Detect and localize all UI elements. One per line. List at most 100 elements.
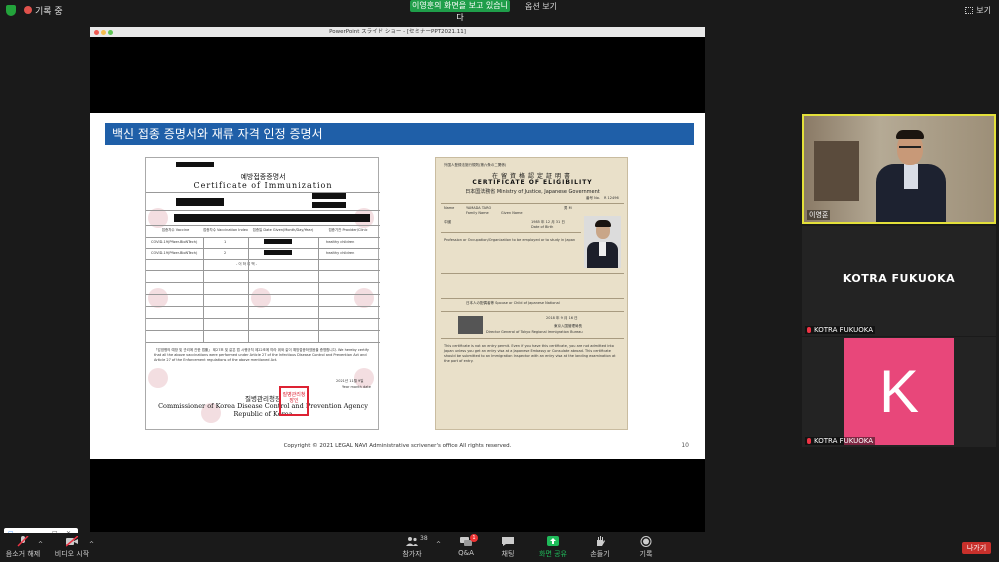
table-line [146, 210, 380, 211]
participant-name-label: KOTRA FUKUOKA [805, 437, 876, 445]
start-video-button[interactable]: 비디오 시작 [52, 536, 92, 559]
cert-date: 2021년 11월 9일 [336, 379, 364, 383]
view-button[interactable]: 보기 [965, 5, 991, 16]
video-person-glasses [899, 146, 921, 150]
qa-button[interactable]: 1 Q&A [446, 534, 486, 557]
leave-meeting-button[interactable]: 나가기 [962, 542, 991, 554]
participant-tile-name-only[interactable]: KOTRA FUKUOKA KOTRA FUKUOKA [802, 226, 996, 336]
coe-number-label: 番号 No. [586, 196, 600, 200]
table-line [146, 282, 380, 283]
table-header: 접종차수 Vaccination Index [203, 228, 248, 232]
share-screen-icon [547, 536, 559, 546]
participant-name: KOTRA FUKUOKA [814, 326, 874, 334]
raise-hand-button[interactable]: 손들기 [580, 536, 620, 559]
redacted-block [312, 202, 346, 208]
maximize-window-icon[interactable] [108, 30, 113, 35]
coe-line [441, 311, 624, 312]
coe-family-name-label: Family Name [466, 211, 489, 215]
share-screen-label: 화면 공유 [539, 550, 567, 558]
watermark-emblem [148, 368, 168, 388]
participants-label: 참가자 [402, 550, 422, 558]
record-label: 기록 [639, 550, 653, 558]
table-line [146, 259, 380, 260]
video-off-icon [66, 536, 78, 547]
close-window-icon[interactable] [94, 30, 99, 35]
participants-options-caret[interactable]: ^ [436, 541, 441, 548]
coe-activity: Profession or Occupation/Organization to… [444, 238, 576, 242]
table-line [146, 342, 380, 343]
agency-english-line2: Republic of Korea [233, 410, 293, 418]
cert-title-english: Certificate of Immunization [193, 181, 333, 190]
participant-video-tile-active[interactable]: 이영훈 [802, 114, 996, 224]
photo-hair [595, 220, 611, 227]
video-person-hair [896, 130, 924, 139]
participants-icon [406, 537, 418, 546]
slide-page-number: 10 [681, 442, 689, 449]
redacted-block [174, 214, 370, 222]
participant-display-name: KOTRA FUKUOKA [842, 272, 956, 285]
microphone-muted-icon [807, 438, 811, 444]
coe-given-name-label: Given Name [501, 211, 523, 215]
coe-bureau: 東京入国管理局長 [554, 324, 582, 328]
record-button[interactable]: 기록 [626, 536, 666, 559]
participant-tile-avatar[interactable]: K KOTRA FUKUOKA [802, 337, 996, 447]
window-title: PowerPoint スライド ショー - [セミナーPPT2021.11] [329, 29, 466, 35]
table-line [146, 225, 380, 226]
table-cell: healthy children [326, 251, 355, 255]
table-line [146, 318, 380, 319]
participants-count: 38 [420, 535, 428, 542]
participant-name: KOTRA FUKUOKA [814, 437, 874, 445]
view-options-button[interactable]: 옵션 보기 [525, 1, 557, 12]
video-options-caret[interactable]: ^ [89, 541, 94, 548]
coe-line [441, 298, 624, 299]
video-shelf [814, 141, 859, 201]
table-header: 접종일 Date Given(Month/Day/Year) [252, 228, 314, 232]
table-cell: healthy children [326, 240, 355, 244]
redacted-block [176, 198, 224, 206]
coe-line [441, 338, 624, 339]
share-screen-button[interactable]: 화면 공유 [533, 536, 573, 559]
watermark-emblem [251, 288, 271, 308]
coe-director: Director General of Tokyo Regional Immig… [486, 330, 583, 334]
coe-title-english: CERTIFICATE OF ELIGIBILITY [472, 179, 593, 186]
microphone-muted-icon [807, 327, 811, 333]
start-video-label: 비디오 시작 [54, 550, 90, 558]
participant-name: 이영훈 [807, 210, 831, 220]
table-header: 접종기관 Provider/Clinic [328, 228, 368, 232]
photo-shirt [599, 242, 606, 256]
table-line [146, 248, 380, 249]
presentation-slide: 백신 접종 증명서와 재류 자격 인정 증명서 예방접종증명서 Certific… [90, 113, 705, 459]
coe-line [441, 203, 624, 204]
unmute-label: 음소거 해제 [5, 550, 41, 558]
table-line [146, 270, 380, 271]
applicant-photo [584, 216, 621, 268]
raise-hand-icon [597, 536, 605, 546]
table-line [203, 237, 204, 342]
unmute-button[interactable]: 음소거 해제 [3, 536, 43, 559]
shared-screen: PowerPoint スライド ショー - [セミナーPPT2021.11] 백… [90, 27, 705, 532]
chat-button[interactable]: 채팅 [488, 536, 528, 559]
view-button-label: 보기 [976, 6, 991, 15]
watermark-emblem [354, 288, 374, 308]
security-shield-icon[interactable] [6, 5, 16, 16]
minimize-window-icon[interactable] [101, 30, 106, 35]
coe-status: 日本人の配偶者等 Spouse or Child of Japanese Nat… [466, 301, 560, 305]
redacted-block [264, 239, 292, 244]
table-line [146, 306, 380, 307]
table-line [146, 237, 380, 238]
table-cell: COVID-19(Pfizer-BioNTech) [151, 240, 198, 244]
meeting-toolbar: 음소거 해제 ^ 비디오 시작 ^ 참가자 38 ^ 1 Q&A 채팅 화면 공… [0, 533, 999, 562]
qa-label: Q&A [458, 549, 474, 557]
agency-english-line1: Commissioner of Korea Disease Control an… [158, 402, 368, 410]
coe-notes: This certificate is not an entry permit.… [444, 344, 616, 363]
audio-options-caret[interactable]: ^ [38, 541, 43, 548]
coe-number-value: R 12496 [604, 196, 619, 200]
coe-dob-label: Date of Birth [531, 225, 554, 229]
table-line [318, 237, 319, 342]
recording-icon [24, 6, 32, 14]
table-line [146, 294, 380, 295]
vaccine-certificate-image: 예방접종증명서 Certificate of Immunization 접종차수… [145, 157, 380, 430]
redacted-block [176, 162, 214, 167]
slide-title: 백신 접종 증명서와 재류 자격 인정 증명서 [105, 123, 694, 145]
table-cell: COVID-19(Pfizer-BioNTech) [151, 251, 198, 255]
